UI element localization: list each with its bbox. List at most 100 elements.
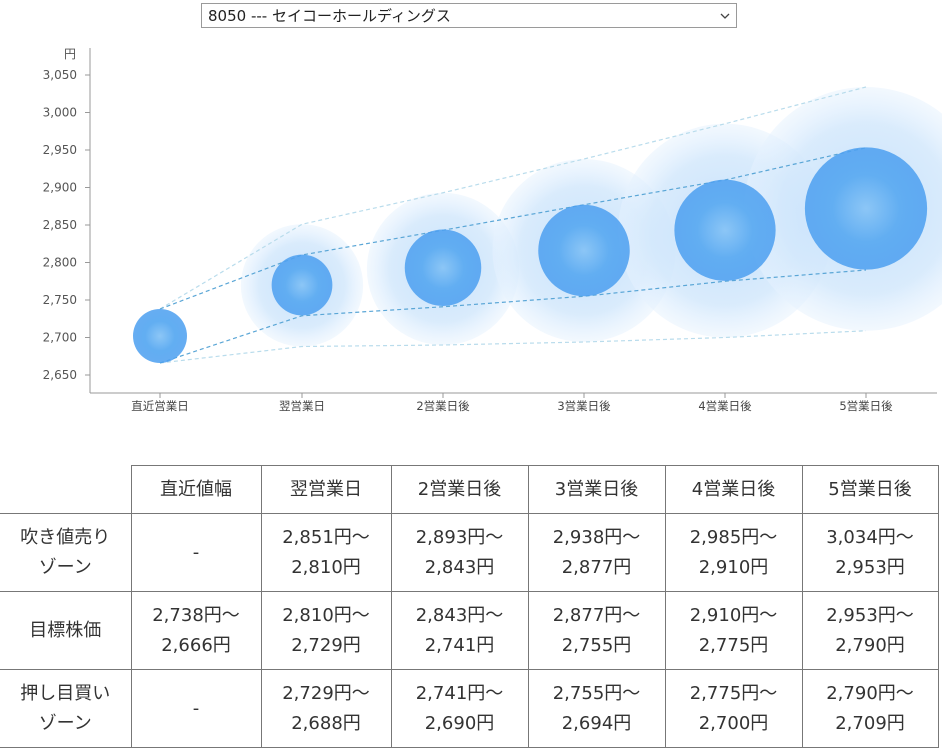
cell-value-lower: 2,755円 (561, 634, 632, 656)
cell-value: - (192, 697, 200, 719)
cell-value-lower: 2,877円 (561, 556, 632, 578)
table-cell: 2,810円～ 2,729円 (260, 591, 392, 670)
table-cell: 2,893円～ 2,843円 (390, 513, 529, 592)
cell-value-lower: 2,666円 (161, 634, 231, 656)
cell-value-lower: 2,688円 (291, 712, 361, 734)
buy-zone-line (159, 330, 867, 364)
cell-value-lower: 2,690円 (424, 712, 495, 734)
table-row-buy-zone: 押し目買いゾーン - 2,729円～ 2,688円 2,741円～ 2,690円 2… (0, 669, 939, 748)
table-cell: 2,938円～ 2,877円 (527, 513, 666, 592)
cell-value-lower: 2,790円 (835, 634, 905, 656)
cell-value-upper: 2,877円～ (552, 604, 641, 626)
table-cell: 2,741円～ 2,690円 (390, 669, 529, 748)
y-tick-label: 2,800 (43, 256, 77, 270)
column-header: 3営業日後 (527, 465, 666, 514)
target-bubble (133, 309, 187, 363)
cell-value-lower: 2,775円 (698, 634, 769, 656)
table-corner (0, 465, 132, 514)
cell-value-upper: 2,810円～ (282, 604, 370, 626)
table-cell: 2,775円～ 2,700円 (664, 669, 803, 748)
cell-value-lower: 2,709円 (835, 712, 905, 734)
cell-value-upper: 2,729円～ (282, 682, 370, 704)
x-tick-label: 4営業日後 (698, 399, 752, 413)
y-tick-label: 3,050 (43, 68, 77, 82)
y-tick-label: 2,700 (43, 331, 77, 345)
y-axis-unit-label: 円 (64, 47, 76, 61)
cell-value-lower: 2,694円 (561, 712, 632, 734)
target-bubble (271, 254, 333, 316)
target-bubble (804, 147, 928, 270)
x-tick-label: 3営業日後 (557, 399, 611, 413)
cell-value-lower: 2,843円 (424, 556, 495, 578)
stock-select[interactable]: 8050 --- セイコーホールディングス (201, 3, 737, 28)
target-bubble (538, 204, 630, 297)
cell-value-lower: 2,910円 (698, 556, 769, 578)
prediction-table: 直近値幅 翌営業日 2営業日後 3営業日後 4営業日後 5営業日後 吹き値売りゾ… (0, 465, 939, 748)
x-tick-label: 2営業日後 (416, 399, 470, 413)
row-label: 押し目買い ゾーン (0, 669, 132, 748)
forecast-chart: 円 3,050 3,000 2,950 2,900 2,850 2,800 2,750 2,70… (0, 40, 942, 430)
forecast-chart-svg: 円 3,050 3,000 2,950 2,900 2,850 2,800 2,750 2,70… (43, 47, 942, 413)
table-cell: 2,985円～ 2,910円 (664, 513, 803, 592)
y-tick-label: 2,750 (43, 293, 77, 307)
y-tick-label: 2,850 (43, 218, 77, 232)
row-label: 目標株価 (0, 591, 132, 670)
y-tick-label: 2,650 (43, 368, 77, 382)
cell-value-upper: 2,938円～ (552, 526, 641, 548)
target-bubble (404, 229, 482, 306)
cell-value-upper: 2,790円～ (826, 682, 914, 704)
table-cell: 2,738円～ 2,666円 (130, 591, 262, 670)
row-label-line: 吹き値売り (20, 526, 111, 548)
y-tick-label: 2,950 (43, 143, 77, 157)
x-tick-label: 5営業日後 (839, 399, 893, 413)
cell-value-lower: 2,741円 (424, 634, 495, 656)
cell-value-upper: 2,893円～ (415, 526, 504, 548)
cell-value-upper: 2,755円～ (552, 682, 641, 704)
cell-value-upper: 2,843円～ (415, 604, 504, 626)
cell-value-upper: 2,953円～ (826, 604, 914, 626)
column-header: 翌営業日 (260, 465, 392, 514)
target-bubble (674, 179, 776, 281)
cell-value: - (192, 541, 200, 563)
column-header: 直近値幅 (130, 465, 262, 514)
cell-value-lower: 2,729円 (291, 634, 361, 656)
table-cell: 2,790円～ 2,709円 (801, 669, 939, 748)
row-label: 吹き値売り ゾーン (0, 513, 132, 592)
cell-value-lower: 2,953円 (835, 556, 905, 578)
cell-value-upper: 2,851円～ (282, 526, 370, 548)
stock-select-value: 8050 --- セイコーホールディングス (208, 7, 451, 25)
column-header: 2営業日後 (390, 465, 529, 514)
row-label-line: 押し目買い (20, 682, 111, 704)
table-row-target-price: 目標株価 2,738円～ 2,666円 2,810円～ 2,729円 2,843円～… (0, 591, 939, 670)
cell-value-upper: 2,738円～ (152, 604, 240, 626)
y-tick-label: 3,000 (43, 106, 77, 120)
column-header: 4営業日後 (664, 465, 803, 514)
table-cell: 2,877円～ 2,755円 (527, 591, 666, 670)
cell-value-upper: 2,741円～ (415, 682, 504, 704)
table-header-row: 直近値幅 翌営業日 2営業日後 3営業日後 4営業日後 5営業日後 (0, 465, 939, 514)
column-header: 5営業日後 (801, 465, 939, 514)
table-cell: - (130, 669, 262, 748)
table-cell: 2,843円～ 2,741円 (390, 591, 529, 670)
y-tick-label: 2,900 (43, 181, 77, 195)
table-cell: 2,910円～ 2,775円 (664, 591, 803, 670)
cell-value-upper: 3,034円～ (826, 526, 914, 548)
row-label-line: ゾーン (38, 556, 92, 578)
table-cell: 2,851円～ 2,810円 (260, 513, 392, 592)
row-label-line: ゾーン (38, 712, 92, 734)
table-cell: 2,755円～ 2,694円 (527, 669, 666, 748)
table-cell: - (130, 513, 262, 592)
cell-value-upper: 2,985円～ (689, 526, 778, 548)
x-tick-label: 直近営業日 (131, 399, 189, 413)
cell-value-upper: 2,910円～ (689, 604, 778, 626)
cell-value-upper: 2,775円～ (689, 682, 778, 704)
cell-value-lower: 2,810円 (291, 556, 361, 578)
table-row-sell-zone: 吹き値売りゾーン - 2,851円～ 2,810円 2,893円～ 2,843円 2… (0, 513, 939, 592)
row-label-line: 目標株価 (29, 619, 102, 641)
table-cell: 2,953円～ 2,790円 (801, 591, 939, 670)
cell-value-lower: 2,700円 (698, 712, 769, 734)
table-cell: 2,729円～ 2,688円 (260, 669, 392, 748)
x-tick-label: 翌営業日 (279, 399, 325, 413)
chevron-down-icon[interactable] (714, 4, 736, 27)
table-cell: 3,034円～ 2,953円 (801, 513, 939, 592)
